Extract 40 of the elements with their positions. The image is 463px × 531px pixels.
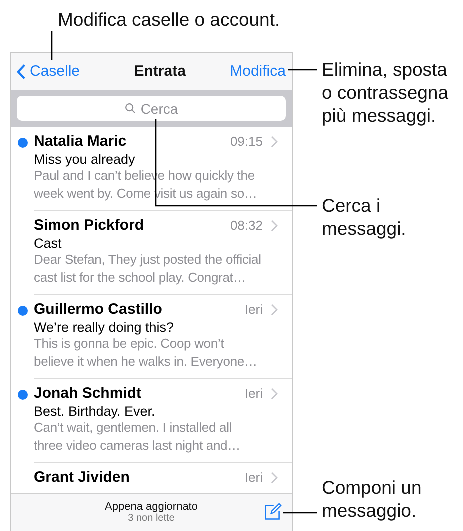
message-time: Ieri (244, 302, 263, 317)
message-preview: Can’t wait, gentlemen. I installed all three video cameras last night and… (34, 419, 242, 455)
message-subject: We’re really doing this? (34, 320, 176, 335)
callout-text: Modifica caselle o account. (58, 8, 280, 31)
message-preview: This is gonna be epic. Coop won’t believe it when he walks in. Everyone… (34, 335, 258, 371)
message-preview: Dear Stefan, They just posted the official cast list for the school play. Congrat… (34, 251, 262, 287)
chevron-icon (271, 304, 278, 316)
message-subject: Miss you already (34, 152, 136, 167)
back-chevron-icon (17, 64, 26, 80)
edit-button[interactable]: Modifica (230, 63, 286, 80)
callout-text: Componi un messaggio. (322, 476, 422, 522)
callout-text: Cerca i messaggi. (322, 194, 406, 240)
message-subject: Cast (34, 236, 63, 251)
chevron-icon (271, 136, 278, 148)
sender-name: Jonah Schmidt (34, 385, 143, 402)
message-row[interactable]: Jonah Schmidt Ieri Best. Birthday. Ever. Can’t wait, gentlemen. I installed all three video cameras last night and… (11, 379, 292, 463)
search-icon (124, 103, 136, 114)
compose-icon[interactable] (264, 503, 282, 521)
message-time: 08:32 (230, 218, 263, 233)
message-time: Ieri (244, 386, 263, 401)
chevron-icon (271, 388, 278, 400)
chevron-icon (271, 220, 278, 232)
unread-count: 3 non lette (128, 513, 175, 524)
sender-name: Guillermo Castillo (34, 301, 164, 318)
message-subject: Best. Birthday. Ever. (34, 404, 156, 419)
callout-text: Elimina, sposta o contrassegna più messaggi. (322, 58, 449, 127)
leader-line (288, 69, 317, 71)
update-status: Appena aggiornato (105, 501, 198, 513)
sender-name: Simon Pickford (34, 217, 146, 234)
message-row[interactable]: Guillermo Castillo Ieri We’re really doing this? This is gonna be epic. Coop won’t believe it when he walks in. Everyone… (11, 295, 292, 379)
chevron-icon (271, 472, 278, 484)
leader-line (283, 512, 317, 514)
message-time: 09:15 (230, 134, 263, 149)
sender-name: Natalia Maric (34, 133, 128, 150)
back-button[interactable]: Caselle (17, 63, 80, 80)
message-row[interactable]: Simon Pickford 08:32 Cast Dear Stefan, They just posted the official cast list for the school play. Congrat… (11, 211, 292, 295)
message-time: Ieri (244, 470, 263, 485)
mailbox-title: Entrata (134, 63, 186, 80)
leader-line (51, 31, 53, 60)
sender-name: Grant Jividen (34, 469, 131, 486)
